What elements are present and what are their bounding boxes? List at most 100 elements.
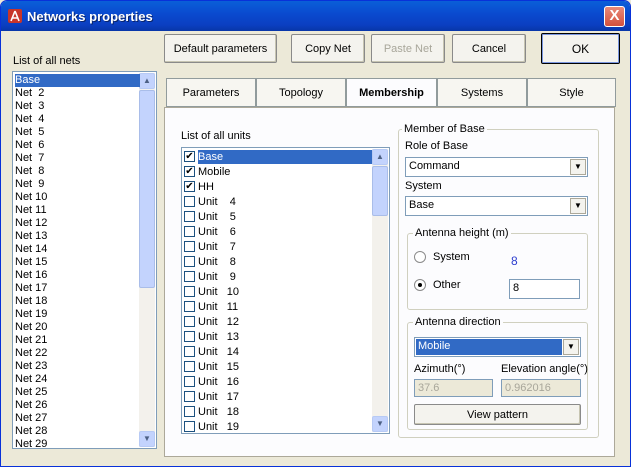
unit-list-item[interactable]: Unit 12 bbox=[198, 315, 372, 329]
unit-checkbox[interactable] bbox=[184, 361, 195, 372]
net-list-item[interactable]: Net 4 bbox=[15, 113, 140, 126]
units-list[interactable]: ▲ ▼ ✔ Base ✔ Mobile ✔ HH Unit 4 Unit 5 Unit 6 Uni… bbox=[181, 147, 390, 434]
unit-list-item[interactable]: Unit 19 bbox=[198, 420, 372, 433]
unit-checkbox[interactable] bbox=[184, 241, 195, 252]
view-pattern-button[interactable]: View pattern bbox=[414, 404, 581, 425]
unit-list-item[interactable]: Unit 14 bbox=[198, 345, 372, 359]
unit-checkbox[interactable] bbox=[184, 346, 195, 357]
scroll-up-arrow-icon[interactable]: ▲ bbox=[372, 149, 388, 165]
unit-checkbox[interactable]: ✔ bbox=[184, 151, 195, 162]
tab-membership[interactable]: Membership bbox=[346, 78, 437, 107]
net-list-item[interactable]: Net 11 bbox=[15, 204, 140, 217]
other-height-radio[interactable] bbox=[414, 279, 426, 291]
net-list-item[interactable]: Net 5 bbox=[15, 126, 140, 139]
net-list-item[interactable]: Net 14 bbox=[15, 243, 140, 256]
net-list-item[interactable]: Net 3 bbox=[15, 100, 140, 113]
unit-list-item[interactable]: Base bbox=[198, 150, 372, 164]
paste-net-button[interactable]: Paste Net bbox=[371, 34, 445, 63]
net-list-item[interactable]: Net 27 bbox=[15, 412, 140, 425]
net-list-item[interactable]: Net 16 bbox=[15, 269, 140, 282]
unit-checkbox[interactable] bbox=[184, 256, 195, 267]
net-list-item[interactable]: Net 23 bbox=[15, 360, 140, 373]
net-list-item[interactable]: Net 26 bbox=[15, 399, 140, 412]
net-list-item[interactable]: Net 29 bbox=[15, 438, 140, 448]
net-list-item[interactable]: Net 18 bbox=[15, 295, 140, 308]
unit-list-item[interactable]: Mobile bbox=[198, 165, 372, 179]
net-list-item[interactable]: Net 12 bbox=[15, 217, 140, 230]
net-list-item[interactable]: Net 24 bbox=[15, 373, 140, 386]
chevron-down-icon[interactable]: ▼ bbox=[563, 339, 579, 355]
nets-scrollbar[interactable]: ▲ ▼ bbox=[139, 73, 155, 447]
cancel-button[interactable]: Cancel bbox=[452, 34, 526, 63]
tab-style[interactable]: Style bbox=[527, 78, 616, 107]
net-list-item[interactable]: Net 6 bbox=[15, 139, 140, 152]
elevation-input[interactable]: 0.962016 bbox=[501, 379, 581, 397]
system-combo[interactable]: Base ▼ bbox=[405, 196, 588, 216]
unit-checkbox[interactable] bbox=[184, 196, 195, 207]
unit-checkbox[interactable] bbox=[184, 286, 195, 297]
net-list-item[interactable]: Net 17 bbox=[15, 282, 140, 295]
close-button[interactable]: X bbox=[604, 6, 625, 27]
unit-checkbox[interactable] bbox=[184, 226, 195, 237]
direction-mode-combo[interactable]: Mobile ▼ bbox=[414, 337, 581, 357]
scroll-down-arrow-icon[interactable]: ▼ bbox=[139, 431, 155, 447]
net-list-item[interactable]: Net 25 bbox=[15, 386, 140, 399]
system-height-radio[interactable] bbox=[414, 251, 426, 263]
unit-list-item[interactable]: Unit 5 bbox=[198, 210, 372, 224]
ok-button[interactable]: OK bbox=[541, 33, 620, 64]
default-parameters-button[interactable]: Default parameters bbox=[164, 34, 277, 63]
unit-list-item[interactable]: Unit 4 bbox=[198, 195, 372, 209]
unit-checkbox[interactable] bbox=[184, 316, 195, 327]
units-scrollbar[interactable]: ▲ ▼ bbox=[372, 149, 388, 432]
unit-list-item[interactable]: Unit 7 bbox=[198, 240, 372, 254]
unit-checkbox[interactable] bbox=[184, 391, 195, 402]
net-list-item[interactable]: Net 28 bbox=[15, 425, 140, 438]
copy-net-button[interactable]: Copy Net bbox=[291, 34, 365, 63]
scroll-up-arrow-icon[interactable]: ▲ bbox=[139, 73, 155, 89]
unit-list-item[interactable]: HH bbox=[198, 180, 372, 194]
unit-list-item[interactable]: Unit 18 bbox=[198, 405, 372, 419]
unit-list-item[interactable]: Unit 8 bbox=[198, 255, 372, 269]
unit-checkbox[interactable] bbox=[184, 331, 195, 342]
nets-scroll-thumb[interactable] bbox=[139, 90, 155, 288]
net-list-item[interactable]: Net 7 bbox=[15, 152, 140, 165]
unit-checkbox[interactable] bbox=[184, 301, 195, 312]
unit-checkbox[interactable]: ✔ bbox=[184, 166, 195, 177]
unit-checkbox[interactable] bbox=[184, 421, 195, 432]
unit-list-item[interactable]: Unit 9 bbox=[198, 270, 372, 284]
unit-checkbox[interactable] bbox=[184, 211, 195, 222]
unit-checkbox[interactable] bbox=[184, 271, 195, 282]
net-list-item[interactable]: Net 10 bbox=[15, 191, 140, 204]
net-list-item[interactable]: Net 22 bbox=[15, 347, 140, 360]
net-list-item[interactable]: Net 8 bbox=[15, 165, 140, 178]
net-list-item[interactable]: Net 2 bbox=[15, 87, 140, 100]
net-list-item[interactable]: Base bbox=[15, 74, 140, 87]
net-list-item[interactable]: Net 15 bbox=[15, 256, 140, 269]
net-list-item[interactable]: Net 13 bbox=[15, 230, 140, 243]
unit-list-item[interactable]: Unit 13 bbox=[198, 330, 372, 344]
unit-list-item[interactable]: Unit 16 bbox=[198, 375, 372, 389]
tab-systems[interactable]: Systems bbox=[437, 78, 527, 107]
net-list-item[interactable]: Net 9 bbox=[15, 178, 140, 191]
chevron-down-icon[interactable]: ▼ bbox=[570, 198, 586, 214]
unit-list-item[interactable]: Unit 10 bbox=[198, 285, 372, 299]
azimuth-input[interactable]: 37.6 bbox=[414, 379, 493, 397]
unit-checkbox[interactable] bbox=[184, 376, 195, 387]
unit-list-item[interactable]: Unit 17 bbox=[198, 390, 372, 404]
units-scroll-thumb[interactable] bbox=[372, 166, 388, 216]
tab-topology[interactable]: Topology bbox=[256, 78, 346, 107]
tab-parameters[interactable]: Parameters bbox=[166, 78, 256, 107]
net-list-item[interactable]: Net 21 bbox=[15, 334, 140, 347]
unit-checkbox[interactable]: ✔ bbox=[184, 181, 195, 192]
net-list-item[interactable]: Net 20 bbox=[15, 321, 140, 334]
role-combo[interactable]: Command ▼ bbox=[405, 157, 588, 177]
unit-list-item[interactable]: Unit 11 bbox=[198, 300, 372, 314]
unit-list-item[interactable]: Unit 6 bbox=[198, 225, 372, 239]
scroll-down-arrow-icon[interactable]: ▼ bbox=[372, 416, 388, 432]
nets-list[interactable]: ▲ ▼ Base Net 2 Net 3 Net 4 Net 5 Net 6 Net 7 Ne… bbox=[12, 71, 157, 449]
net-list-item[interactable]: Net 19 bbox=[15, 308, 140, 321]
chevron-down-icon[interactable]: ▼ bbox=[570, 159, 586, 175]
other-height-input[interactable]: 8 bbox=[509, 279, 580, 299]
unit-checkbox[interactable] bbox=[184, 406, 195, 417]
unit-list-item[interactable]: Unit 15 bbox=[198, 360, 372, 374]
